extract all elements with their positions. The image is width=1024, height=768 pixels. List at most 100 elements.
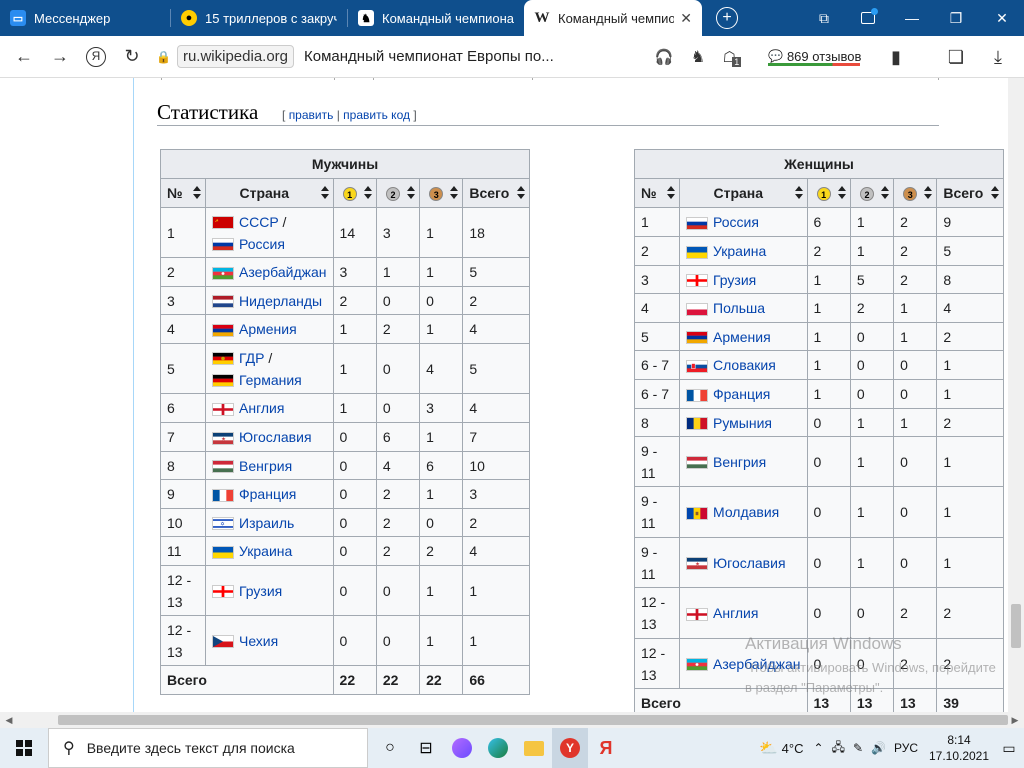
edit-link[interactable]: править (289, 108, 334, 122)
svg-text:☭: ☭ (215, 219, 219, 224)
table-row: 1 ☭ СССР / Россия 14 3 1 18 (160, 207, 530, 258)
country-link[interactable]: Израиль (239, 515, 294, 531)
country-link[interactable]: Грузия (239, 583, 282, 599)
scroll-left-arrow-icon[interactable]: ◀ (2, 712, 16, 728)
tab-label: Мессенджер (34, 10, 111, 26)
tab-messenger[interactable]: ▭ Мессенджер (0, 0, 170, 36)
show-hidden-icons-icon[interactable]: ⌃ (814, 741, 824, 755)
speaker-icon[interactable]: 🔊 (871, 741, 886, 755)
edge-icon[interactable] (480, 728, 516, 768)
country-link[interactable]: Россия (713, 214, 759, 230)
sort-header-bronze[interactable]: 3 (419, 178, 464, 208)
yandex-browser-icon[interactable]: Y (552, 728, 588, 768)
sort-header-silver[interactable]: 2 (375, 178, 421, 208)
bookmark-icon[interactable]: ▮ (878, 39, 914, 75)
task-view-icon[interactable]: ⊟ (408, 728, 444, 768)
sort-header-total[interactable]: Всего (936, 178, 1004, 208)
country-link[interactable]: Армения (713, 329, 771, 345)
notification-center-icon[interactable]: ▭ (994, 740, 1024, 757)
edit-code-link[interactable]: править код (343, 108, 410, 122)
clock[interactable]: 8:14 17.10.2021 (924, 732, 994, 764)
country-link[interactable]: Россия (239, 236, 285, 252)
country-link[interactable]: Германия (239, 372, 302, 388)
country-link[interactable]: Англия (239, 400, 284, 416)
downloads-arrow-icon[interactable]: ⤓ (980, 39, 1016, 75)
country-link[interactable]: Словакия (713, 357, 776, 373)
country-link[interactable]: Франция (713, 386, 770, 402)
country-link[interactable]: Польша (713, 300, 765, 316)
forward-button[interactable]: → (42, 39, 78, 75)
country-cell: Словакия (679, 350, 808, 380)
gold-cell: 0 (332, 451, 377, 480)
country-link[interactable]: Франция (239, 486, 296, 502)
gold-cell: 0 (806, 587, 851, 639)
url-field[interactable]: 🔒 ru.wikipedia.org Командный чемпионат Е… (156, 42, 554, 72)
gold-cell: 0 (332, 479, 377, 509)
restore-button[interactable]: ❐ (934, 0, 978, 36)
sort-header-country[interactable]: Страна (679, 178, 808, 208)
country-link[interactable]: Венгрия (239, 458, 292, 474)
sort-header-bronze[interactable]: 3 (893, 178, 938, 208)
reader-mode-icon[interactable]: ♞ (680, 39, 716, 75)
taskbar-search[interactable]: ⚲ Введите здесь текст для поиска (48, 728, 368, 768)
alice-icon[interactable] (444, 728, 480, 768)
headphones-icon[interactable]: 🎧 (646, 39, 682, 75)
sort-header-number[interactable]: № (634, 178, 680, 208)
page-content: Статистика [ править | править код ] Муж… (0, 78, 1008, 712)
notifications-icon[interactable] (846, 0, 890, 36)
country-link[interactable]: ГДР (239, 350, 264, 366)
yandex-app-icon[interactable]: Я (588, 728, 624, 768)
weather-temp[interactable]: 4°C (782, 741, 804, 756)
close-tab-icon[interactable]: ✕ (680, 10, 692, 27)
country-link[interactable]: Азербайджан (239, 264, 327, 280)
file-explorer-icon[interactable] (516, 728, 552, 768)
start-button[interactable] (0, 728, 48, 768)
country-link[interactable]: Англия (713, 605, 758, 621)
country-link[interactable]: Югославия (239, 429, 312, 445)
country-link[interactable]: Румыния (713, 415, 772, 431)
country-link[interactable]: Грузия (713, 272, 756, 288)
sort-header-country[interactable]: Страна (205, 178, 334, 208)
horizontal-scroll-thumb[interactable] (58, 715, 1008, 725)
country-link[interactable]: СССР (239, 214, 279, 230)
cortana-icon[interactable]: ○ (372, 728, 408, 768)
sort-header-gold[interactable]: 1 (332, 178, 377, 208)
tab-chess-championship[interactable]: ♞ Командный чемпиона (348, 0, 524, 36)
country-link[interactable]: Армения (239, 321, 297, 337)
country-link[interactable]: Венгрия (713, 454, 766, 470)
tab-zen-article[interactable]: ● 15 триллеров с закруч (171, 0, 347, 36)
country-link[interactable]: Нидерланды (239, 293, 322, 309)
rank-cell: 9 - 11 (634, 436, 680, 487)
network-icon[interactable]: 🖧 (832, 738, 845, 759)
tab-wikipedia-active[interactable]: W Командный чемпио ✕ (524, 0, 702, 36)
collections-icon[interactable]: ⧉ (802, 0, 846, 36)
new-tab-button[interactable]: + (716, 7, 738, 29)
country-link[interactable]: Югославия (713, 555, 786, 571)
country-cell: Англия (205, 393, 334, 423)
reload-button[interactable]: ↻ (114, 39, 150, 75)
total-cell: 4 (462, 536, 530, 566)
weather-icon[interactable]: ⛅ (759, 739, 778, 757)
scroll-right-arrow-icon[interactable]: ▶ (1008, 712, 1022, 728)
bronze-cell: 0 (893, 486, 938, 538)
country-link[interactable]: Украина (713, 243, 766, 259)
back-button[interactable]: ← (6, 39, 42, 75)
country-link[interactable]: Молдавия (713, 504, 779, 520)
language-indicator[interactable]: РУС (894, 741, 918, 755)
sort-header-gold[interactable]: 1 (806, 178, 851, 208)
bookmarks-panel-icon[interactable]: ❏ (938, 39, 974, 75)
pen-icon[interactable]: ✎ (853, 741, 863, 755)
sort-header-total[interactable]: Всего (462, 178, 530, 208)
vertical-scroll-thumb[interactable] (1011, 604, 1021, 648)
gold-cell: 6 (806, 207, 851, 237)
silver-cell: 2 (375, 536, 421, 566)
bronze-cell: 4 (419, 343, 464, 394)
sort-header-number[interactable]: № (160, 178, 206, 208)
sort-header-silver[interactable]: 2 (849, 178, 895, 208)
close-window-button[interactable]: ✕ (980, 0, 1024, 36)
country-link[interactable]: Украина (239, 543, 292, 559)
minimize-button[interactable]: — (890, 0, 934, 36)
country-link[interactable]: Чехия (239, 633, 278, 649)
yandex-button[interactable]: Я (78, 39, 114, 75)
downloads-icon[interactable]: ☖ 1 (714, 39, 750, 75)
